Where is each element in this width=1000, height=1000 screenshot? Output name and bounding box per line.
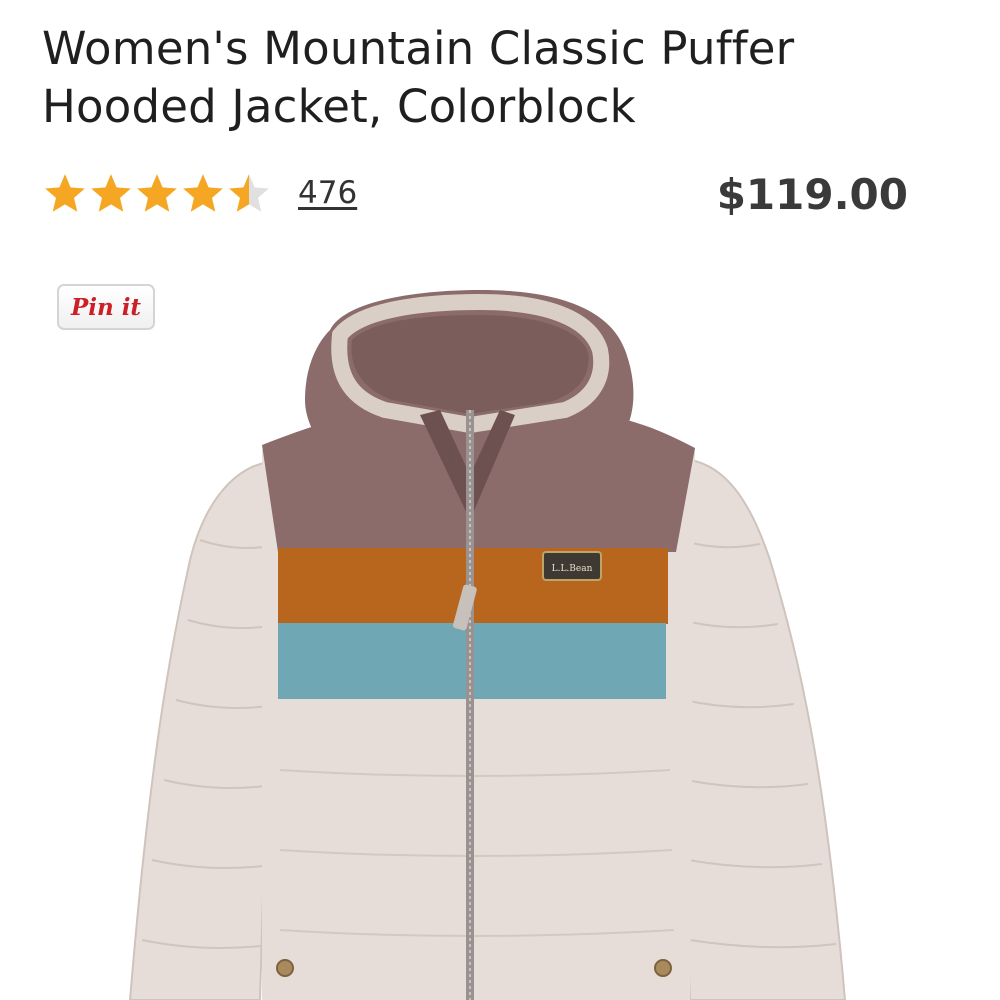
star-icon (229, 174, 269, 212)
left-sleeve (128, 460, 277, 1000)
star-icon (45, 174, 85, 212)
left-snap (276, 959, 294, 977)
jacket-image: L.L.Bean (128, 290, 847, 1000)
rating-stars (44, 172, 274, 214)
logo-text: L.L.Bean (552, 564, 593, 574)
right-snap (654, 959, 672, 977)
star-icon (91, 174, 131, 212)
review-count-link[interactable]: 476 (298, 175, 357, 211)
rating-row[interactable]: 476 (44, 168, 357, 218)
product-price: $119.00 (716, 170, 908, 219)
star-icon (137, 174, 177, 212)
product-image: L.L.Bean (0, 290, 1000, 1000)
product-page: Women's Mountain Classic Puffer Hooded J… (0, 0, 1000, 1000)
right-sleeve (670, 458, 847, 1000)
star-icon (183, 174, 223, 212)
product-title: Women's Mountain Classic Puffer Hooded J… (42, 22, 795, 133)
